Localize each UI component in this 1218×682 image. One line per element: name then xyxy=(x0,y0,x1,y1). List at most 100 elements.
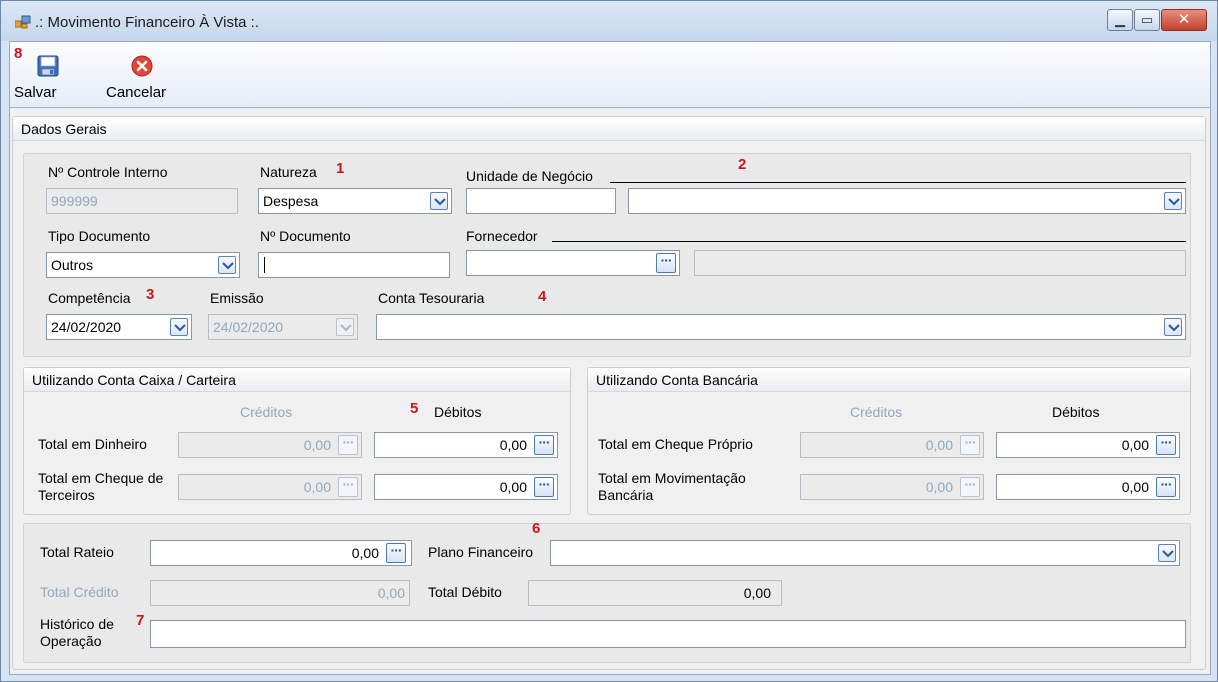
chevron-down-icon xyxy=(1162,550,1174,558)
ellipsis-icon: ··· xyxy=(1160,434,1173,450)
emissao-calendar-button xyxy=(336,318,354,336)
dados-gerais-group: Dados Gerais Nº Controle Interno 999999 … xyxy=(12,116,1206,670)
close-button[interactable]: ✕ xyxy=(1161,9,1207,31)
maximize-button[interactable]: ▭ xyxy=(1134,9,1160,31)
bancaria-row-label-1: Total em Cheque Próprio xyxy=(598,436,753,452)
ellipsis-icon: ··· xyxy=(342,476,355,492)
fornecedor-label: Fornecedor xyxy=(466,228,538,244)
chevron-down-icon xyxy=(1168,324,1180,332)
controle-interno-label: Nº Controle Interno xyxy=(48,164,168,180)
save-button[interactable]: Salvar xyxy=(10,42,82,108)
total-rateio-label: Total Rateio xyxy=(40,544,114,560)
annotation-2: 2 xyxy=(738,156,747,173)
minimize-icon: ▁ xyxy=(1115,12,1125,27)
ellipsis-icon: ··· xyxy=(964,434,977,450)
cancel-label: Cancelar xyxy=(106,84,167,101)
title-bar[interactable]: .: Movimento Financeiro À Vista :. ▁ ▭ ✕ xyxy=(1,1,1217,41)
caixa-cheque-terceiros-debito-input[interactable]: 0,00 xyxy=(374,474,558,500)
plano-financeiro-select[interactable] xyxy=(550,540,1180,566)
fornecedor-separator-line xyxy=(552,241,1186,242)
chevron-down-icon xyxy=(222,262,234,270)
ellipsis-icon: ··· xyxy=(964,476,977,492)
red-x-circle-icon xyxy=(131,55,153,77)
caixa-cheque-terceiros-credito: 0,00 xyxy=(178,474,362,500)
caixa-row-label-1: Total em Dinheiro xyxy=(38,436,147,452)
chevron-down-icon xyxy=(1168,198,1180,206)
plano-financeiro-dropdown-button[interactable] xyxy=(1158,544,1176,562)
window-title: .: Movimento Financeiro À Vista :. xyxy=(35,14,259,31)
historico-operacao-label: Histórico de Operação xyxy=(40,616,114,649)
unidade-dropdown-button[interactable] xyxy=(1164,192,1182,210)
conta-tesouraria-select[interactable] xyxy=(376,314,1186,340)
conta-tesouraria-dropdown-button[interactable] xyxy=(1164,318,1182,336)
close-icon: ✕ xyxy=(1177,11,1191,28)
caixa-row-label-2: Total em Cheque de Terceiros xyxy=(38,470,164,503)
floppy-disk-icon xyxy=(37,55,59,77)
tipo-documento-dropdown-button[interactable] xyxy=(218,256,236,274)
caixa-cheque-debito-button[interactable]: ··· xyxy=(534,477,554,497)
chevron-down-icon xyxy=(174,324,186,332)
bancaria-movimentacao-debito-input[interactable]: 0,00 xyxy=(996,474,1180,500)
toolbar: 8 Salvar Cancelar xyxy=(10,42,1210,108)
total-credito-field: 0,00 xyxy=(150,580,410,606)
bancaria-row-label-2: Total em Movimentação Bancária xyxy=(598,470,746,503)
fornecedor-nome-field xyxy=(694,250,1186,276)
form-client-area: 8 Salvar Cancelar Dados Gerais Nº Contro… xyxy=(9,41,1211,675)
unidade-negocio-select[interactable] xyxy=(628,188,1186,214)
app-window-icon xyxy=(15,15,31,29)
conta-caixa-group: Utilizando Conta Caixa / Carteira Crédit… xyxy=(23,367,571,515)
competencia-label: Competência xyxy=(48,290,131,306)
caixa-dinheiro-credito: 0,00 xyxy=(178,432,362,458)
window-controls: ▁ ▭ ✕ xyxy=(1106,9,1207,31)
ellipsis-icon: ··· xyxy=(1160,476,1173,492)
ellipsis-icon: ··· xyxy=(342,434,355,450)
fornecedor-search-button[interactable]: ··· xyxy=(656,253,676,273)
ellipsis-icon: ··· xyxy=(538,476,551,492)
conta-caixa-header: Utilizando Conta Caixa / Carteira xyxy=(24,368,570,392)
cancel-button[interactable]: Cancelar xyxy=(100,42,190,108)
fornecedor-codigo-input[interactable] xyxy=(466,250,680,276)
ellipsis-icon: ··· xyxy=(660,252,673,268)
dados-gerais-header: Dados Gerais xyxy=(13,117,1205,141)
application-window: .: Movimento Financeiro À Vista :. ▁ ▭ ✕… xyxy=(0,0,1218,682)
bancaria-movimentacao-debito-button[interactable]: ··· xyxy=(1156,477,1176,497)
conta-bancaria-header: Utilizando Conta Bancária xyxy=(588,368,1190,392)
total-credito-label: Total Crédito xyxy=(40,584,119,600)
total-debito-label: Total Débito xyxy=(428,584,502,600)
maximize-icon: ▭ xyxy=(1140,12,1154,27)
annotation-6: 6 xyxy=(532,520,541,537)
annotation-3: 3 xyxy=(146,286,155,303)
chevron-down-icon xyxy=(434,198,446,206)
caixa-dinheiro-debito-button[interactable]: ··· xyxy=(534,435,554,455)
save-label: Salvar xyxy=(14,84,57,101)
natureza-dropdown-button[interactable] xyxy=(430,192,448,210)
total-rateio-button[interactable]: ··· xyxy=(386,543,406,563)
tipo-documento-select[interactable]: Outros xyxy=(46,252,240,278)
bancaria-movimentacao-credito-button: ··· xyxy=(960,477,980,497)
bancaria-creditos-header: Créditos xyxy=(850,404,903,420)
ellipsis-icon: ··· xyxy=(390,542,403,558)
annotation-1: 1 xyxy=(336,160,345,177)
total-debito-field: 0,00 xyxy=(528,580,782,606)
natureza-select[interactable]: Despesa xyxy=(258,188,452,214)
unidade-separator-line xyxy=(610,182,1186,183)
plano-financeiro-label: Plano Financeiro xyxy=(428,544,534,560)
numero-documento-label: Nº Documento xyxy=(260,228,351,244)
bancaria-cheque-proprio-debito-input[interactable]: 0,00 xyxy=(996,432,1180,458)
tipo-documento-label: Tipo Documento xyxy=(48,228,151,244)
minimize-button[interactable]: ▁ xyxy=(1107,9,1133,31)
bancaria-cheque-credito-button: ··· xyxy=(960,435,980,455)
competencia-calendar-button[interactable] xyxy=(170,318,188,336)
conta-bancaria-group: Utilizando Conta Bancária Créditos Débit… xyxy=(587,367,1191,515)
caixa-debitos-header: Débitos xyxy=(434,404,482,420)
bancaria-cheque-debito-button[interactable]: ··· xyxy=(1156,435,1176,455)
bancaria-debitos-header: Débitos xyxy=(1052,404,1100,420)
caixa-dinheiro-debito-input[interactable]: 0,00 xyxy=(374,432,558,458)
total-rateio-input[interactable]: 0,00 xyxy=(150,540,412,566)
emissao-label: Emissão xyxy=(210,290,264,306)
bancaria-cheque-proprio-credito: 0,00 xyxy=(800,432,984,458)
unidade-codigo-input[interactable] xyxy=(466,188,616,214)
conta-tesouraria-label: Conta Tesouraria xyxy=(378,290,485,306)
historico-operacao-input[interactable] xyxy=(150,620,1186,648)
numero-documento-input[interactable] xyxy=(258,252,450,278)
